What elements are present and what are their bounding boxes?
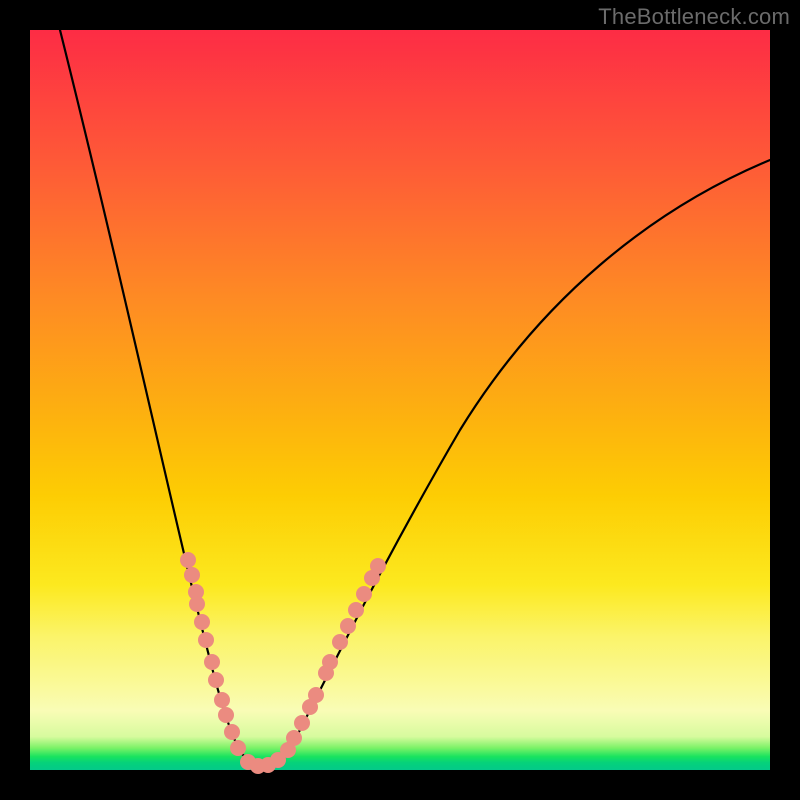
data-marker xyxy=(340,618,356,634)
bottleneck-curve xyxy=(60,30,770,766)
data-marker xyxy=(214,692,230,708)
markers-bottom xyxy=(240,752,286,774)
data-marker xyxy=(184,567,200,583)
data-marker xyxy=(180,552,196,568)
chart-frame: TheBottleneck.com xyxy=(0,0,800,800)
data-marker xyxy=(356,586,372,602)
data-marker xyxy=(348,602,364,618)
data-marker xyxy=(370,558,386,574)
data-marker xyxy=(294,715,310,731)
markers-right xyxy=(280,558,386,758)
watermark-text: TheBottleneck.com xyxy=(598,4,790,30)
data-marker xyxy=(198,632,214,648)
plot-area xyxy=(30,30,770,770)
data-marker xyxy=(218,707,234,723)
markers-left xyxy=(180,552,246,756)
data-marker xyxy=(308,687,324,703)
data-marker xyxy=(286,730,302,746)
chart-svg xyxy=(30,30,770,770)
data-marker xyxy=(224,724,240,740)
data-marker xyxy=(194,614,210,630)
data-marker xyxy=(208,672,224,688)
data-marker xyxy=(322,654,338,670)
data-marker xyxy=(189,596,205,612)
data-marker xyxy=(332,634,348,650)
data-marker xyxy=(230,740,246,756)
data-marker xyxy=(204,654,220,670)
